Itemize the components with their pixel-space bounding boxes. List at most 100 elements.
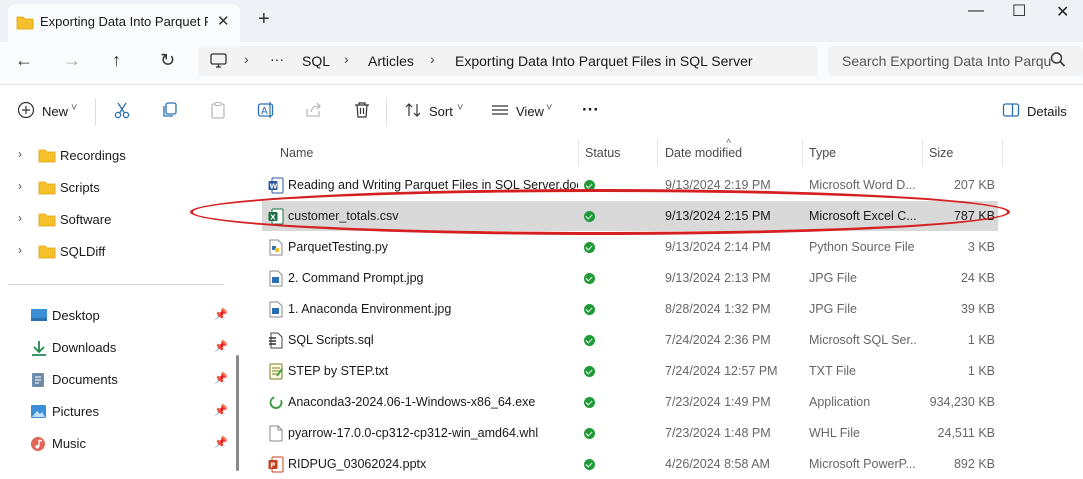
chevron-right-icon[interactable]: › bbox=[18, 179, 22, 193]
sidebar-item-documents[interactable]: Documents 📌 bbox=[0, 366, 233, 394]
blank-file-icon bbox=[268, 425, 284, 447]
column-header-type[interactable]: Type bbox=[809, 146, 836, 160]
folder-icon bbox=[38, 212, 56, 232]
text-file-icon bbox=[268, 363, 284, 385]
music-icon bbox=[30, 436, 46, 457]
column-header-date-modified[interactable]: Date modified bbox=[665, 146, 742, 160]
chevron-right-icon[interactable]: › bbox=[18, 147, 22, 161]
sidebar-item-scripts[interactable]: › Scripts bbox=[0, 174, 233, 202]
file-size: 1 KB bbox=[967, 333, 995, 347]
table-row[interactable]: SQL Scripts.sql 7/24/2024 2:36 PM Microsof… bbox=[262, 325, 998, 355]
back-button[interactable]: ← bbox=[15, 50, 33, 71]
divider bbox=[386, 98, 387, 126]
file-date-modified: 4/26/2024 8:58 AM bbox=[665, 457, 770, 471]
pin-icon[interactable]: 📌 bbox=[214, 404, 228, 417]
breadcrumb-item-current[interactable]: Exporting Data Into Parquet Files in SQL… bbox=[455, 53, 753, 69]
view-button[interactable]: View bbox=[516, 104, 544, 119]
sidebar-item-desktop[interactable]: Desktop 📌 bbox=[0, 302, 233, 330]
pin-icon[interactable]: 📌 bbox=[214, 436, 228, 449]
chevron-down-icon[interactable]: ˅ bbox=[71, 102, 77, 114]
pin-icon[interactable]: 📌 bbox=[214, 308, 228, 321]
copy-icon[interactable] bbox=[161, 101, 179, 124]
table-row[interactable]: STEP by STEP.txt 7/24/2024 12:57 PM TXT Fi… bbox=[262, 356, 998, 386]
sort-icon[interactable] bbox=[404, 101, 422, 124]
rename-icon[interactable]: A bbox=[257, 101, 275, 124]
tab-active[interactable]: Exporting Data Into Parquet Fi ✕ bbox=[8, 4, 240, 42]
details-button[interactable]: Details bbox=[1027, 104, 1067, 119]
file-type: Microsoft SQL Ser... bbox=[809, 333, 917, 347]
share-icon[interactable] bbox=[305, 101, 323, 124]
search-input[interactable]: Search Exporting Data Into Parqu bbox=[842, 53, 1051, 69]
table-row[interactable]: P RIDPUG_03062024.pptx 4/26/2024 8:58 AM Mi… bbox=[262, 449, 998, 479]
exe-icon bbox=[268, 394, 284, 416]
sync-status-icon bbox=[584, 366, 595, 377]
delete-icon[interactable] bbox=[353, 101, 371, 124]
file-size: 39 KB bbox=[960, 302, 995, 316]
minimize-button[interactable]: — bbox=[968, 2, 984, 20]
column-header-size[interactable]: Size bbox=[929, 146, 953, 160]
divider bbox=[578, 140, 579, 166]
image-file-icon bbox=[268, 301, 284, 323]
paste-icon[interactable] bbox=[209, 101, 227, 124]
new-button[interactable]: New bbox=[42, 104, 68, 119]
file-size: 24 KB bbox=[960, 271, 995, 285]
pin-icon[interactable]: 📌 bbox=[214, 372, 228, 385]
breadcrumb-item-articles[interactable]: Articles bbox=[368, 53, 414, 69]
chevron-down-icon[interactable]: ˅ bbox=[457, 102, 463, 114]
close-window-button[interactable]: ✕ bbox=[1056, 2, 1069, 22]
more-options-button[interactable]: ··· bbox=[582, 100, 599, 120]
column-header-status[interactable]: Status bbox=[585, 146, 620, 160]
sidebar-item-recordings[interactable]: › Recordings bbox=[0, 142, 233, 170]
breadcrumb-separator: › bbox=[430, 51, 435, 67]
file-name: pyarrow-17.0.0-cp312-cp312-win_amd64.whl bbox=[288, 426, 539, 440]
pictures-icon bbox=[30, 404, 47, 424]
details-pane-icon[interactable] bbox=[1002, 101, 1020, 124]
refresh-button[interactable]: ↻ bbox=[160, 50, 175, 71]
svg-text:A: A bbox=[261, 106, 268, 117]
table-row[interactable]: ParquetTesting.py 9/13/2024 2:14 PM Python… bbox=[262, 232, 998, 262]
scrollbar[interactable] bbox=[236, 355, 239, 471]
breadcrumb-separator: › bbox=[244, 51, 249, 67]
table-row[interactable]: 1. Anaconda Environment.jpg 8/28/2024 1:3… bbox=[262, 294, 998, 324]
breadcrumb-item-sql[interactable]: SQL bbox=[302, 53, 330, 69]
sidebar-item-label: Recordings bbox=[60, 148, 126, 163]
new-tab-button[interactable]: + bbox=[258, 8, 270, 31]
new-icon[interactable] bbox=[17, 101, 35, 124]
table-row[interactable]: 2. Command Prompt.jpg 9/13/2024 2:13 PM JP… bbox=[262, 263, 998, 293]
sidebar-item-sqldiff[interactable]: › SQLDiff bbox=[0, 238, 233, 266]
folder-icon bbox=[38, 180, 56, 200]
chevron-right-icon[interactable]: › bbox=[18, 211, 22, 225]
computer-icon bbox=[210, 53, 227, 73]
table-row[interactable]: Anaconda3-2024.06-1-Windows-x86_64.exe 7/… bbox=[262, 387, 998, 417]
chevron-down-icon[interactable]: ˅ bbox=[546, 102, 552, 114]
table-row[interactable]: pyarrow-17.0.0-cp312-cp312-win_amd64.whl… bbox=[262, 418, 998, 448]
sidebar-item-label: Pictures bbox=[52, 404, 99, 419]
file-type: Microsoft PowerP... bbox=[809, 457, 916, 471]
sidebar-item-music[interactable]: Music 📌 bbox=[0, 430, 233, 458]
cut-icon[interactable] bbox=[113, 101, 131, 124]
column-header-name[interactable]: Name bbox=[280, 146, 313, 160]
divider bbox=[657, 140, 658, 166]
view-icon[interactable] bbox=[491, 101, 509, 124]
file-size: 3 KB bbox=[967, 240, 995, 254]
sidebar-item-label: SQLDiff bbox=[60, 244, 106, 259]
forward-button[interactable]: → bbox=[63, 50, 81, 71]
sort-button[interactable]: Sort bbox=[429, 104, 453, 119]
pin-icon[interactable]: 📌 bbox=[214, 340, 228, 353]
up-button[interactable]: ↑ bbox=[112, 50, 121, 71]
breadcrumb[interactable]: › ··· SQL › Articles › Exporting Data In… bbox=[198, 46, 818, 76]
search-icon[interactable] bbox=[1050, 51, 1066, 74]
tab-title: Exporting Data Into Parquet Fi bbox=[40, 14, 208, 29]
search-box[interactable]: Search Exporting Data Into Parqu bbox=[828, 46, 1083, 76]
sidebar-item-downloads[interactable]: Downloads 📌 bbox=[0, 334, 233, 362]
file-name: 2. Command Prompt.jpg bbox=[288, 271, 424, 285]
divider bbox=[922, 140, 923, 166]
breadcrumb-more[interactable]: ··· bbox=[270, 51, 284, 67]
file-size: 207 KB bbox=[953, 178, 995, 192]
maximize-button[interactable]: ☐ bbox=[1012, 1, 1026, 21]
file-type: Microsoft Word D... bbox=[809, 178, 916, 192]
tab-close-icon[interactable]: ✕ bbox=[217, 12, 230, 30]
sidebar-item-pictures[interactable]: Pictures 📌 bbox=[0, 398, 233, 426]
sort-indicator-icon: ˄ bbox=[726, 136, 732, 146]
chevron-right-icon[interactable]: › bbox=[18, 243, 22, 257]
